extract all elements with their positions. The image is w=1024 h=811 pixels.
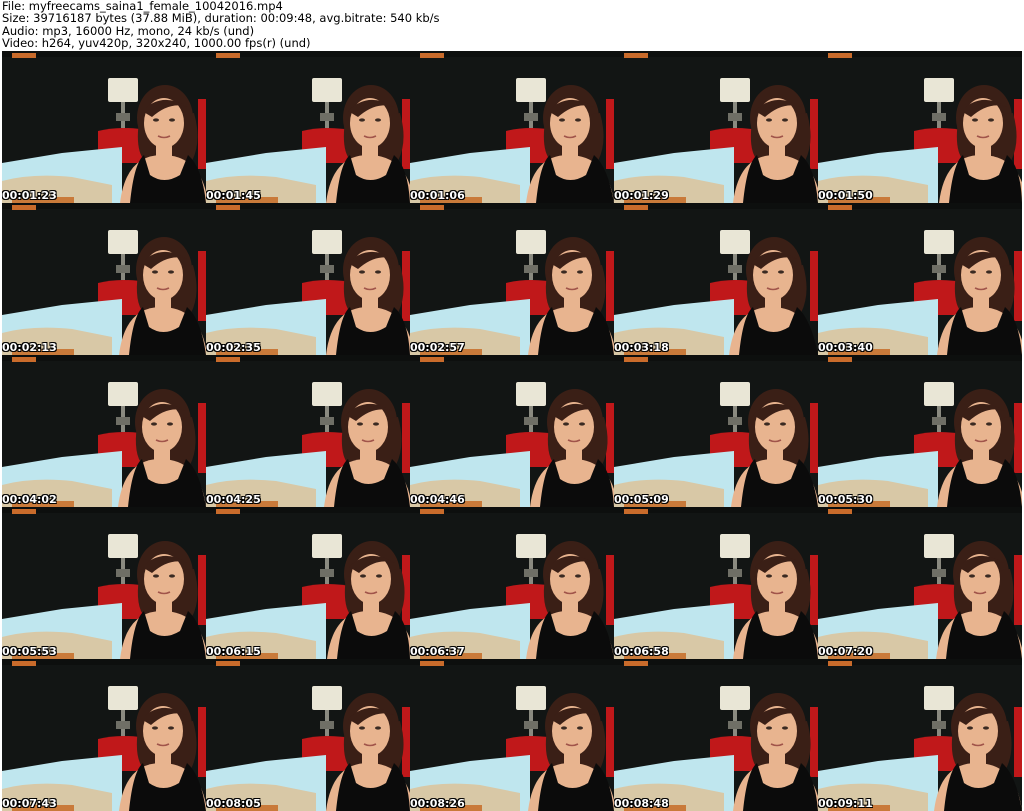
video-thumbnail: 00:06:37 xyxy=(410,507,614,659)
file-info-header: File: myfreecams_saina1_female_10042016.… xyxy=(2,0,1022,50)
thumbnail-frame-image xyxy=(2,203,206,355)
video-thumbnail: 00:08:05 xyxy=(206,659,410,811)
thumbnail-timestamp: 00:02:57 xyxy=(410,341,465,354)
video-thumbnail: 00:02:57 xyxy=(410,203,614,355)
video-thumbnail: 00:01:23 xyxy=(2,51,206,203)
thumbnail-frame-image xyxy=(818,51,1022,203)
thumbnail-frame-image xyxy=(410,659,614,811)
thumbnail-timestamp: 00:05:09 xyxy=(614,493,669,506)
video-thumbnail: 00:01:50 xyxy=(818,51,1022,203)
video-thumbnail: 00:06:58 xyxy=(614,507,818,659)
video-thumbnail: 00:04:46 xyxy=(410,355,614,507)
thumbnail-timestamp: 00:04:02 xyxy=(2,493,57,506)
thumbnail-timestamp: 00:06:58 xyxy=(614,645,669,658)
video-thumbnail: 00:08:26 xyxy=(410,659,614,811)
thumbnail-timestamp: 00:09:11 xyxy=(818,797,873,810)
video-thumbnail: 00:02:35 xyxy=(206,203,410,355)
thumbnail-timestamp: 00:08:05 xyxy=(206,797,261,810)
thumbnail-frame-image xyxy=(410,51,614,203)
video-thumbnail: 00:04:25 xyxy=(206,355,410,507)
thumbnail-timestamp: 00:05:53 xyxy=(2,645,57,658)
thumbnail-frame-image xyxy=(614,507,818,659)
thumbnail-frame-image xyxy=(206,659,410,811)
thumbnail-frame-image xyxy=(410,507,614,659)
thumbnail-frame-image xyxy=(206,507,410,659)
thumbnail-timestamp: 00:06:37 xyxy=(410,645,465,658)
thumbnail-frame-image xyxy=(614,51,818,203)
video-thumbnail: 00:05:30 xyxy=(818,355,1022,507)
file-size-line: Size: 39716187 bytes (37.88 MiB), durati… xyxy=(2,11,440,26)
video-thumbnail: 00:05:09 xyxy=(614,355,818,507)
thumbnail-frame-image xyxy=(2,51,206,203)
thumbnail-timestamp: 00:08:26 xyxy=(410,797,465,810)
video-thumbnail: 00:03:40 xyxy=(818,203,1022,355)
video-thumbnail: 00:01:45 xyxy=(206,51,410,203)
video-thumbnail: 00:05:53 xyxy=(2,507,206,659)
video-thumbnail: 00:03:18 xyxy=(614,203,818,355)
thumbnail-frame-image xyxy=(818,659,1022,811)
thumbnail-timestamp: 00:06:15 xyxy=(206,645,261,658)
thumbnail-timestamp: 00:01:50 xyxy=(818,189,873,202)
video-thumbnail: 00:08:48 xyxy=(614,659,818,811)
video-thumbnail: 00:04:02 xyxy=(2,355,206,507)
thumbnail-timestamp: 00:01:29 xyxy=(614,189,669,202)
thumbnail-timestamp: 00:01:06 xyxy=(410,189,465,202)
video-info-line: Video: h264, yuv420p, 320x240, 1000.00 f… xyxy=(2,35,311,50)
thumbnail-frame-image xyxy=(818,355,1022,507)
video-thumbnail: 00:06:15 xyxy=(206,507,410,659)
thumbnail-timestamp: 00:07:20 xyxy=(818,645,873,658)
thumbnail-timestamp: 00:05:30 xyxy=(818,493,873,506)
video-thumbnail: 00:01:06 xyxy=(410,51,614,203)
thumbnail-frame-image xyxy=(2,355,206,507)
thumbnail-timestamp: 00:02:13 xyxy=(2,341,57,354)
thumbnail-frame-image xyxy=(410,203,614,355)
thumbnail-timestamp: 00:08:48 xyxy=(614,797,669,810)
video-thumbnail: 00:01:29 xyxy=(614,51,818,203)
thumbnail-timestamp: 00:03:18 xyxy=(614,341,669,354)
thumbnail-timestamp: 00:04:25 xyxy=(206,493,261,506)
thumbnail-frame-image xyxy=(206,355,410,507)
video-thumbnail: 00:02:13 xyxy=(2,203,206,355)
thumbnail-frame-image xyxy=(818,203,1022,355)
thumbnail-frame-image xyxy=(206,51,410,203)
thumbnail-frame-image xyxy=(614,355,818,507)
thumbnail-timestamp: 00:07:43 xyxy=(2,797,57,810)
thumbnail-frame-image xyxy=(614,659,818,811)
video-thumbnail: 00:07:43 xyxy=(2,659,206,811)
thumbnail-timestamp: 00:01:45 xyxy=(206,189,261,202)
thumbnail-frame-image xyxy=(2,659,206,811)
thumbnail-frame-image xyxy=(818,507,1022,659)
thumbnail-frame-image xyxy=(614,203,818,355)
thumbnail-frame-image xyxy=(2,507,206,659)
thumbnail-frame-image xyxy=(410,355,614,507)
video-thumbnail: 00:07:20 xyxy=(818,507,1022,659)
thumbnail-timestamp: 00:02:35 xyxy=(206,341,261,354)
thumbnail-timestamp: 00:03:40 xyxy=(818,341,873,354)
thumbnail-frame-image xyxy=(206,203,410,355)
video-thumbnail: 00:09:11 xyxy=(818,659,1022,811)
thumbnail-timestamp: 00:04:46 xyxy=(410,493,465,506)
thumbnail-timestamp: 00:01:23 xyxy=(2,189,57,202)
thumbnail-grid: 00:01:23 00:01:45 00:01:06 00:01:29 00:01:50… xyxy=(2,51,1022,811)
